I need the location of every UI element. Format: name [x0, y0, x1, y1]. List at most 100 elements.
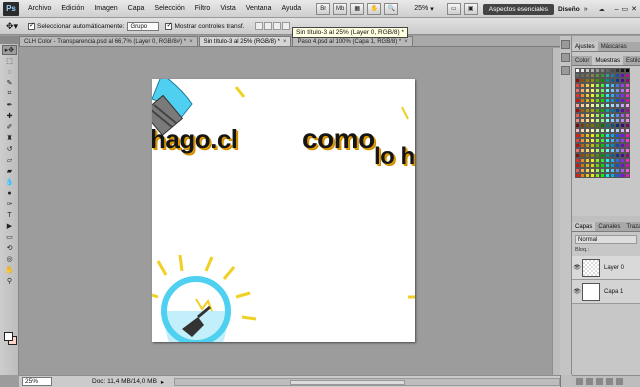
- menu-seleccion[interactable]: Selección: [149, 5, 189, 12]
- zoom-value: 25%: [414, 5, 429, 12]
- workspace-essentials-button[interactable]: Aspectos esenciales: [482, 3, 555, 15]
- status-menu-arrow-icon[interactable]: ▸: [161, 378, 164, 386]
- close-icon[interactable]: ×: [404, 39, 408, 45]
- tab-ajustes[interactable]: Ajustes: [572, 42, 598, 51]
- tab-color[interactable]: Color: [572, 56, 592, 65]
- eyedropper-tool-icon[interactable]: ✒: [2, 100, 17, 110]
- dodge-tool-icon[interactable]: ●: [2, 188, 17, 198]
- hand-tool-icon[interactable]: ✋: [2, 265, 17, 275]
- link-layers-icon[interactable]: [576, 378, 583, 385]
- move-tool-icon[interactable]: ▸✥: [2, 45, 17, 55]
- auto-select-checkbox[interactable]: [28, 21, 35, 30]
- 3d-rotate-tool-icon[interactable]: ⟲: [2, 243, 17, 253]
- tab-mascaras[interactable]: Máscaras: [598, 42, 630, 51]
- hand-tool-icon[interactable]: ✋: [367, 2, 382, 15]
- 3d-camera-tool-icon[interactable]: ◎: [2, 254, 17, 264]
- mini-bridge-icon[interactable]: Mb: [333, 2, 348, 15]
- workspace-more-icon[interactable]: »: [584, 6, 588, 13]
- layer-row[interactable]: 👁 Layer 0: [572, 256, 640, 280]
- zoom-tool-icon[interactable]: 🔍: [384, 2, 399, 15]
- swatch-grid[interactable]: [575, 68, 637, 178]
- menu-ventana[interactable]: Ventana: [241, 5, 277, 12]
- menu-archivo[interactable]: Archivo: [23, 5, 56, 12]
- grid-view-icon[interactable]: ▦: [350, 2, 365, 15]
- minimize-icon[interactable]: –: [615, 6, 619, 13]
- arrange-tools: ▭ ▣: [446, 2, 481, 15]
- swatches-tabs: Color Muestras Estilos: [572, 56, 640, 66]
- arrange-documents-icon[interactable]: ▭: [446, 2, 461, 15]
- menu-ayuda[interactable]: Ayuda: [276, 5, 306, 12]
- tab-canales[interactable]: Canales: [595, 222, 623, 231]
- show-transform-controls-checkbox[interactable]: [165, 21, 173, 30]
- panel-grip[interactable]: [0, 36, 18, 44]
- menu-capa[interactable]: Capa: [123, 5, 150, 12]
- ray-top-right: [401, 106, 409, 120]
- eye-icon[interactable]: 👁: [572, 288, 582, 295]
- align-bottom-icon[interactable]: [272, 22, 281, 30]
- history-brush-tool-icon[interactable]: ↺: [2, 144, 17, 154]
- layers-tabs: Capas Canales Trazados: [572, 222, 640, 232]
- tab-clh-color[interactable]: CLH Color - Transparencia.psd al 66,7% (…: [19, 36, 198, 46]
- menu-filtro[interactable]: Filtro: [190, 5, 216, 12]
- add-mask-icon[interactable]: [596, 378, 603, 385]
- actions-panel-icon[interactable]: [561, 53, 570, 62]
- document-canvas[interactable]: hago.cl como lo h: [152, 79, 415, 342]
- quick-select-tool-icon[interactable]: ✎: [2, 78, 17, 88]
- horizontal-scrollbar[interactable]: [174, 377, 560, 386]
- close-icon[interactable]: ×: [283, 39, 287, 45]
- bridge-icon[interactable]: Br: [316, 2, 331, 15]
- menu-vista[interactable]: Vista: [215, 5, 240, 12]
- shape-tool-icon[interactable]: ▭: [2, 232, 17, 242]
- menu-imagen[interactable]: Imagen: [89, 5, 122, 12]
- marquee-tool-icon[interactable]: ⬚: [2, 56, 17, 66]
- trash-icon[interactable]: [616, 378, 623, 385]
- pen-tool-icon[interactable]: ✑: [2, 199, 17, 209]
- crop-tool-icon[interactable]: ⌗: [2, 89, 17, 99]
- lasso-tool-icon[interactable]: ◌: [2, 67, 17, 77]
- layer-thumbnail: [582, 258, 600, 277]
- close-icon[interactable]: ×: [189, 39, 193, 45]
- path-selection-tool-icon[interactable]: ▶: [2, 221, 17, 231]
- align-left-icon[interactable]: [281, 22, 290, 30]
- workspace-design-button[interactable]: Diseño: [558, 6, 580, 13]
- layer-style-icon[interactable]: [586, 378, 593, 385]
- tab-estilos[interactable]: Estilos: [623, 56, 640, 65]
- gradient-tool-icon[interactable]: ▰: [2, 166, 17, 176]
- close-icon[interactable]: ✕: [631, 5, 637, 13]
- tab-muestras[interactable]: Muestras: [592, 56, 624, 65]
- color-swatch[interactable]: [625, 173, 630, 178]
- history-panel-icon[interactable]: [561, 40, 570, 49]
- status-zoom-input[interactable]: 25%: [22, 377, 52, 386]
- blur-tool-icon[interactable]: 💧: [2, 177, 17, 187]
- layer-row[interactable]: 👁 Capa 1: [572, 280, 640, 304]
- tab-capas[interactable]: Capas: [572, 222, 596, 231]
- menu-edicion[interactable]: Edición: [56, 5, 89, 12]
- zoom-select[interactable]: 25% ▾: [411, 5, 437, 13]
- auto-select-dropdown[interactable]: Grupo: [127, 21, 160, 31]
- paragraph-panel-icon[interactable]: [561, 66, 570, 75]
- align-middle-icon[interactable]: [263, 22, 272, 30]
- scroll-thumb[interactable]: [290, 379, 406, 385]
- cs-live-icon[interactable]: ☁: [592, 3, 612, 15]
- healing-brush-tool-icon[interactable]: ✚: [2, 111, 17, 121]
- auto-select-label: Seleccionar automáticamente:: [37, 22, 125, 30]
- chevron-down-icon: ▾: [430, 5, 434, 13]
- foreground-color-swatch[interactable]: [4, 332, 13, 341]
- eraser-tool-icon[interactable]: ▱: [2, 155, 17, 165]
- move-tool-preset-icon[interactable]: ✥▾: [0, 21, 22, 32]
- align-buttons: [254, 22, 290, 30]
- new-layer-icon[interactable]: [606, 378, 613, 385]
- tab-sin-titulo-3[interactable]: Sin título-3 al 25% (RGB/8) * ×: [198, 36, 292, 46]
- brush-tool-icon[interactable]: ✐: [2, 122, 17, 132]
- vertical-scrollbar[interactable]: [552, 48, 560, 375]
- restore-icon[interactable]: ▭: [622, 5, 629, 13]
- align-top-icon[interactable]: [254, 22, 263, 30]
- document-size-info[interactable]: Doc: 11,4 MB/14,0 MB: [92, 378, 157, 385]
- tab-trazados[interactable]: Trazados: [623, 222, 640, 231]
- zoom-tool-icon[interactable]: ⚲: [2, 276, 17, 286]
- blend-mode-select[interactable]: Normal: [575, 235, 637, 244]
- clone-stamp-tool-icon[interactable]: ♜: [2, 133, 17, 143]
- screen-mode-icon[interactable]: ▣: [463, 2, 478, 15]
- eye-icon[interactable]: 👁: [572, 264, 582, 271]
- type-tool-icon[interactable]: T: [2, 210, 17, 220]
